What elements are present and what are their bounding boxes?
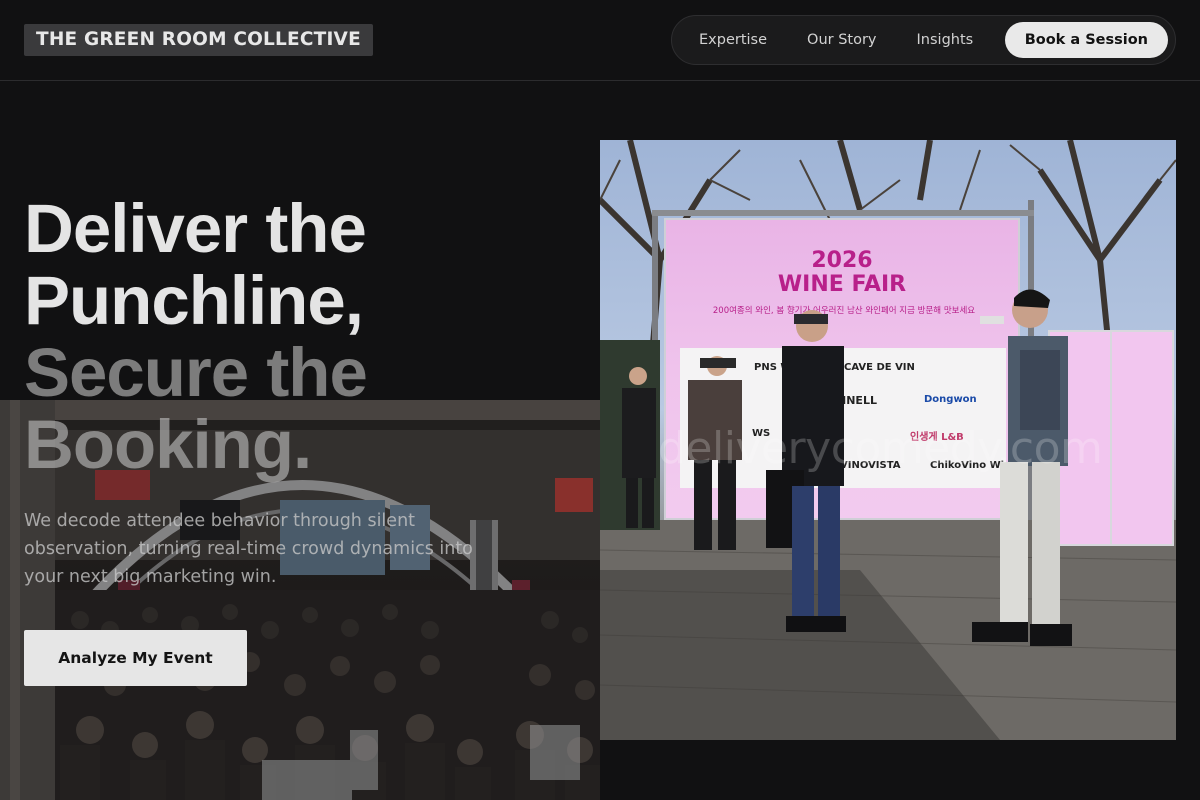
hero-subtitle: We decode attendee behavior through sile…: [24, 511, 473, 587]
nav-link-our-story[interactable]: Our Story: [787, 22, 896, 58]
nav-link-expertise[interactable]: Expertise: [679, 22, 787, 58]
main-nav: Expertise Our Story Insights Book a Sess…: [671, 15, 1176, 65]
nav-link-insights[interactable]: Insights: [897, 22, 994, 58]
hero-title-line-4: Booking.: [24, 406, 312, 483]
hero-title: Deliver the Punchline, Secure the Bookin…: [24, 193, 584, 481]
watermark-text: deliverycomedy.com: [658, 423, 1103, 474]
wine-fair-photo: 2026 WINE FAIR 200여종의 와인, 봄 향기가 어우러진 남산 …: [600, 140, 1176, 740]
site-header: THE GREEN ROOM COLLECTIVE Expertise Our …: [0, 0, 1200, 81]
analyze-event-button[interactable]: Analyze My Event: [24, 630, 247, 686]
brand-logo[interactable]: THE GREEN ROOM COLLECTIVE: [24, 24, 373, 56]
hero-title-line-3: Secure the: [24, 334, 368, 411]
hero-title-line-2: Punchline,: [24, 262, 364, 339]
book-session-button[interactable]: Book a Session: [1004, 22, 1168, 58]
hero-title-line-1: Deliver the: [24, 190, 367, 267]
